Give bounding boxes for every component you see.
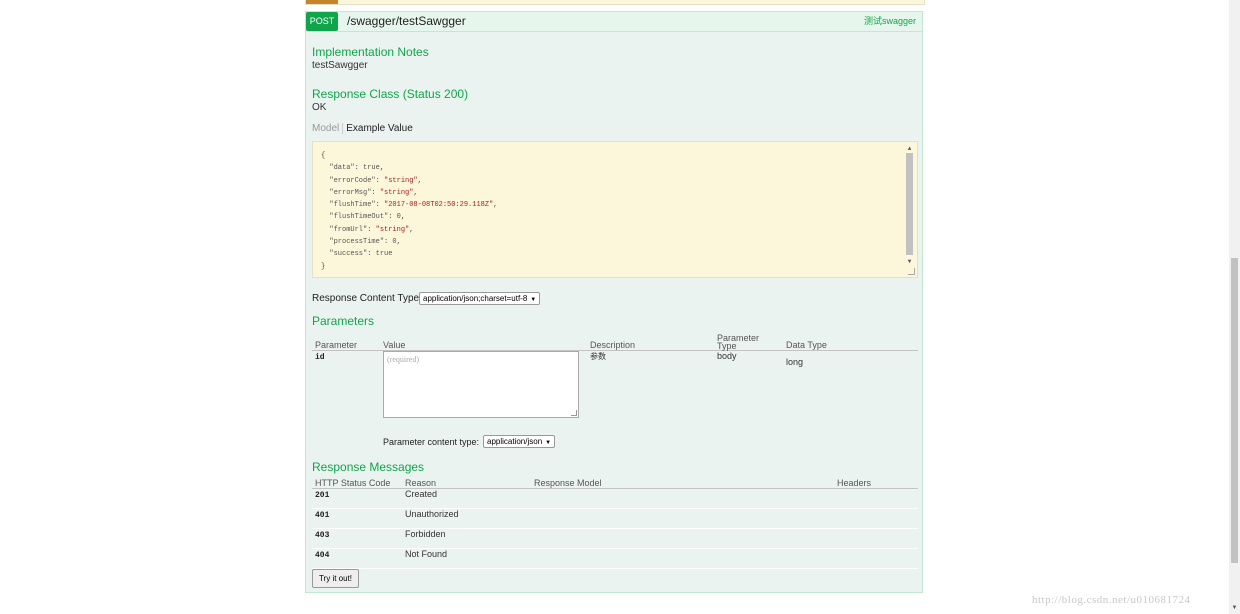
parameter-row-id: id (required) 参数 body long	[312, 350, 918, 418]
param-col-data-type: Data Type	[783, 330, 918, 351]
json-key: "data"	[329, 164, 355, 173]
response-row: 403 Forbidden	[312, 528, 918, 549]
json-value: 0	[392, 238, 397, 247]
json-value: true	[375, 250, 393, 259]
status-code: 404	[315, 550, 330, 560]
parameter-content-type-select[interactable]: application/json ▼	[483, 435, 556, 448]
json-value: "2017-08-08T02:50:29.118Z"	[384, 201, 494, 210]
example-value-box[interactable]: { "data": true, "errorCode": "string", "…	[312, 141, 918, 278]
operation-post-testsawgger: POST /swagger/testSawgger 测试swagger Impl…	[305, 11, 923, 593]
resp-col-response-model: Response Model	[531, 476, 834, 489]
resize-grip-icon[interactable]	[908, 268, 915, 275]
response-messages-table: HTTP Status Code Reason Response Model H…	[312, 476, 918, 569]
status-reason: Forbidden	[402, 528, 531, 549]
response-row: 404 Not Found	[312, 548, 918, 569]
resp-col-reason: Reason	[402, 476, 531, 489]
param-type: body	[717, 350, 737, 361]
resp-col-headers: Headers	[834, 476, 918, 489]
response-content-type-value: application/json;charset=utf-8	[423, 294, 528, 303]
json-key: "processTime"	[329, 238, 385, 247]
json-open-brace: {	[321, 152, 326, 160]
status-code: 201	[315, 490, 330, 500]
status-reason: Created	[402, 488, 531, 509]
response-content-type-label: Response Content Type	[312, 293, 420, 304]
page-scroll-thumb[interactable]	[1231, 258, 1238, 563]
response-messages-title: Response Messages	[312, 460, 425, 474]
param-id-value-input[interactable]: (required)	[383, 350, 579, 418]
dropdown-arrow-icon: ▼	[530, 297, 537, 303]
previous-method-tag	[306, 0, 338, 4]
json-key: "flushTimeOut"	[329, 213, 389, 222]
tab-model[interactable]: Model	[312, 123, 344, 134]
json-key: "fromUrl"	[329, 225, 368, 234]
param-col-parameter-type: Parameter Type	[714, 330, 783, 351]
response-class-title: Response Class (Status 200)	[312, 87, 469, 101]
parameter-content-type-label: Parameter content type:	[383, 437, 480, 447]
parameters-title: Parameters	[312, 314, 375, 328]
implementation-notes-text: testSawgger	[312, 60, 368, 71]
scroll-up-icon[interactable]: ▲	[905, 145, 914, 152]
json-value: "string"	[379, 188, 414, 197]
param-col-description: Description	[587, 330, 714, 351]
json-value: "string"	[384, 176, 418, 185]
operation-heading[interactable]: POST /swagger/testSawgger 测试swagger	[306, 12, 922, 32]
parameter-content-type-value: application/json	[487, 437, 543, 446]
method-badge[interactable]: POST	[306, 12, 338, 31]
operation-path[interactable]: /swagger/testSawgger	[347, 13, 466, 30]
try-it-out-button[interactable]: Try it out!	[312, 569, 359, 588]
param-description: 参数	[590, 351, 606, 361]
page-scrollbar[interactable]: ▼	[1229, 0, 1240, 614]
param-data-type: long	[786, 356, 804, 367]
status-reason: Unauthorized	[402, 508, 531, 529]
status-reason: Not Found	[402, 548, 531, 569]
dropdown-arrow-icon: ▼	[545, 440, 552, 446]
json-key: "errorCode"	[329, 176, 376, 185]
parameters-table: Parameter Value Description Parameter Ty…	[312, 330, 918, 418]
previous-operation-edge	[305, 0, 925, 5]
json-key: "success"	[329, 250, 368, 259]
param-id-placeholder: (required)	[387, 354, 419, 364]
example-scrollbar[interactable]: ▲ ▼	[905, 145, 914, 265]
operation-summary-link[interactable]: 测试swagger	[864, 15, 916, 28]
status-code: 401	[315, 510, 330, 520]
implementation-notes-title: Implementation Notes	[312, 45, 429, 59]
watermark: http://blog.csdn.net/u010681724	[1032, 594, 1191, 606]
json-close-brace: }	[321, 262, 326, 271]
tab-example-value[interactable]: Example Value	[343, 123, 413, 134]
json-value: true	[363, 164, 380, 173]
scroll-thumb[interactable]	[906, 153, 913, 255]
example-json: { "data": true, "errorCode": "string", "…	[321, 152, 498, 271]
response-class-value: OK	[312, 102, 327, 113]
textarea-resize-icon[interactable]	[571, 409, 577, 416]
status-code: 403	[315, 530, 330, 540]
scroll-down-icon[interactable]: ▼	[905, 258, 914, 265]
response-row: 401 Unauthorized	[312, 508, 918, 529]
json-value: 0	[396, 213, 401, 222]
model-tabs: Model Example Value	[312, 123, 413, 135]
json-key: "flushTime"	[329, 201, 376, 210]
response-row: 201 Created	[312, 488, 918, 509]
param-name: id	[315, 352, 325, 362]
scroll-down-icon[interactable]: ▼	[1229, 604, 1240, 612]
response-content-type-select[interactable]: application/json;charset=utf-8 ▼	[419, 292, 541, 305]
param-col-value: Value	[380, 330, 587, 351]
param-col-parameter: Parameter	[312, 330, 380, 351]
resp-col-status-code: HTTP Status Code	[312, 476, 402, 489]
json-value: "string"	[375, 225, 410, 234]
json-key: "errorMsg"	[329, 188, 372, 197]
